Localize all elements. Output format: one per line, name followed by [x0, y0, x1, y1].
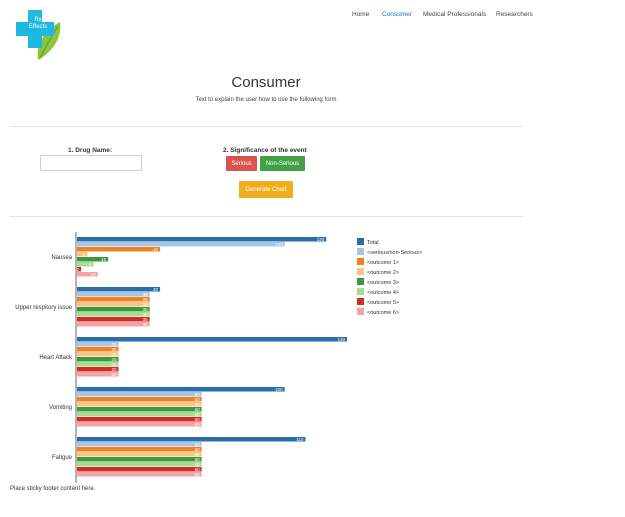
chart-bar — [77, 397, 202, 402]
chart-data-label: 10 — [91, 272, 97, 277]
chart-legend-swatch — [357, 278, 364, 285]
chart-bar — [77, 437, 306, 442]
chart-legend-swatch — [357, 248, 364, 255]
chart-legend-label: <outcome 6> — [367, 310, 399, 316]
chart-data-label: 20 — [112, 372, 118, 377]
nav-medical-professionals[interactable]: Medical Professionals — [423, 11, 486, 18]
chart-bar — [77, 462, 202, 467]
divider-bottom — [10, 216, 523, 217]
drug-name-label: 1. Drug Name: — [68, 147, 113, 154]
drug-name-input[interactable] — [40, 155, 142, 171]
chart-data-label: 100 — [275, 242, 283, 247]
chart-bar — [77, 467, 202, 472]
chart-data-label: 15 — [101, 257, 107, 262]
chart-bar — [77, 337, 347, 342]
chart-legend-label: <outcome 1> — [367, 260, 399, 266]
chart-bar — [77, 457, 202, 462]
chart-bar — [77, 412, 202, 417]
chart-data-label: 60 — [195, 472, 201, 477]
non-serious-button[interactable]: Non-Serious — [260, 156, 305, 171]
chart-legend-label: <outcome 5> — [367, 300, 399, 306]
chart-bar — [77, 392, 202, 397]
chart-bar — [77, 422, 202, 427]
chart-legend-label: <outcome 2> — [367, 270, 399, 276]
chart-bar — [77, 407, 202, 412]
chart-bar — [77, 322, 150, 327]
nav-home[interactable]: Home — [352, 11, 369, 18]
chart-legend-swatch — [357, 268, 364, 275]
chart-legend-swatch — [357, 298, 364, 305]
chart-category-label: Nausea — [51, 255, 72, 261]
chart-bar — [77, 297, 150, 302]
chart-data-label: 40 — [153, 247, 159, 252]
chart-bar — [77, 472, 202, 477]
chart-bar — [77, 317, 150, 322]
chart-data-label: 60 — [195, 422, 201, 427]
chart-bar — [77, 237, 327, 242]
logo-text-line2: Effects — [28, 24, 48, 30]
nav-researchers[interactable]: Researchers — [496, 11, 533, 18]
chart-category-label: Upper respitory issue — [15, 305, 72, 311]
chart-legend-label: <outcome 3> — [367, 280, 399, 286]
chart-bar — [77, 312, 150, 317]
chart-legend-swatch — [357, 238, 364, 245]
chart-legend-label: Total — [367, 240, 379, 246]
chart-bar — [77, 302, 150, 307]
chart-bar — [77, 387, 285, 392]
chart-category-label: Heart Attack — [39, 355, 73, 361]
chart-bar — [77, 292, 150, 297]
chart-bar — [77, 452, 202, 457]
chart-bar — [77, 402, 202, 407]
chart-data-label: 100 — [275, 387, 283, 392]
sticky-footer: Place sticky footer content here. — [10, 486, 96, 492]
generate-chart-button[interactable]: Generate Chart — [239, 181, 293, 198]
chart-legend-swatch — [357, 288, 364, 295]
chart-data-label: 120 — [317, 237, 325, 242]
chart-data-label: 40 — [153, 287, 159, 292]
chart-bar — [77, 247, 161, 252]
adverse-events-chart: Nausea120100405158210Upper respitory iss… — [15, 232, 422, 483]
significance-label: 2. Significance of the event — [223, 147, 307, 154]
chart-data-label: 35 — [143, 322, 149, 327]
chart-data-label: 110 — [296, 437, 304, 442]
divider-top — [10, 126, 523, 127]
chart-bar — [77, 442, 202, 447]
chart-category-label: Fatigue — [52, 455, 73, 461]
chart-bar — [77, 242, 285, 247]
page-subtitle: Text to explain the user how to use the … — [195, 97, 337, 103]
chart-bar — [77, 307, 150, 312]
chart-category-label: Vomiting — [49, 405, 72, 411]
nav-consumer[interactable]: Consumer — [382, 11, 412, 18]
chart-legend-swatch — [357, 308, 364, 315]
chart-bar — [77, 417, 202, 422]
chart-legend-label: <serious/non-Serious> — [367, 250, 422, 256]
chart-data-label: 130 — [337, 337, 345, 342]
chart-legend-swatch — [357, 258, 364, 265]
page-title: Consumer — [231, 74, 301, 91]
chart-legend-label: <outcome 4> — [367, 290, 399, 296]
top-nav: Home Consumer Medical Professionals Rese… — [0, 11, 625, 23]
serious-button[interactable]: Serious — [226, 156, 257, 171]
chart-bar — [77, 447, 202, 452]
